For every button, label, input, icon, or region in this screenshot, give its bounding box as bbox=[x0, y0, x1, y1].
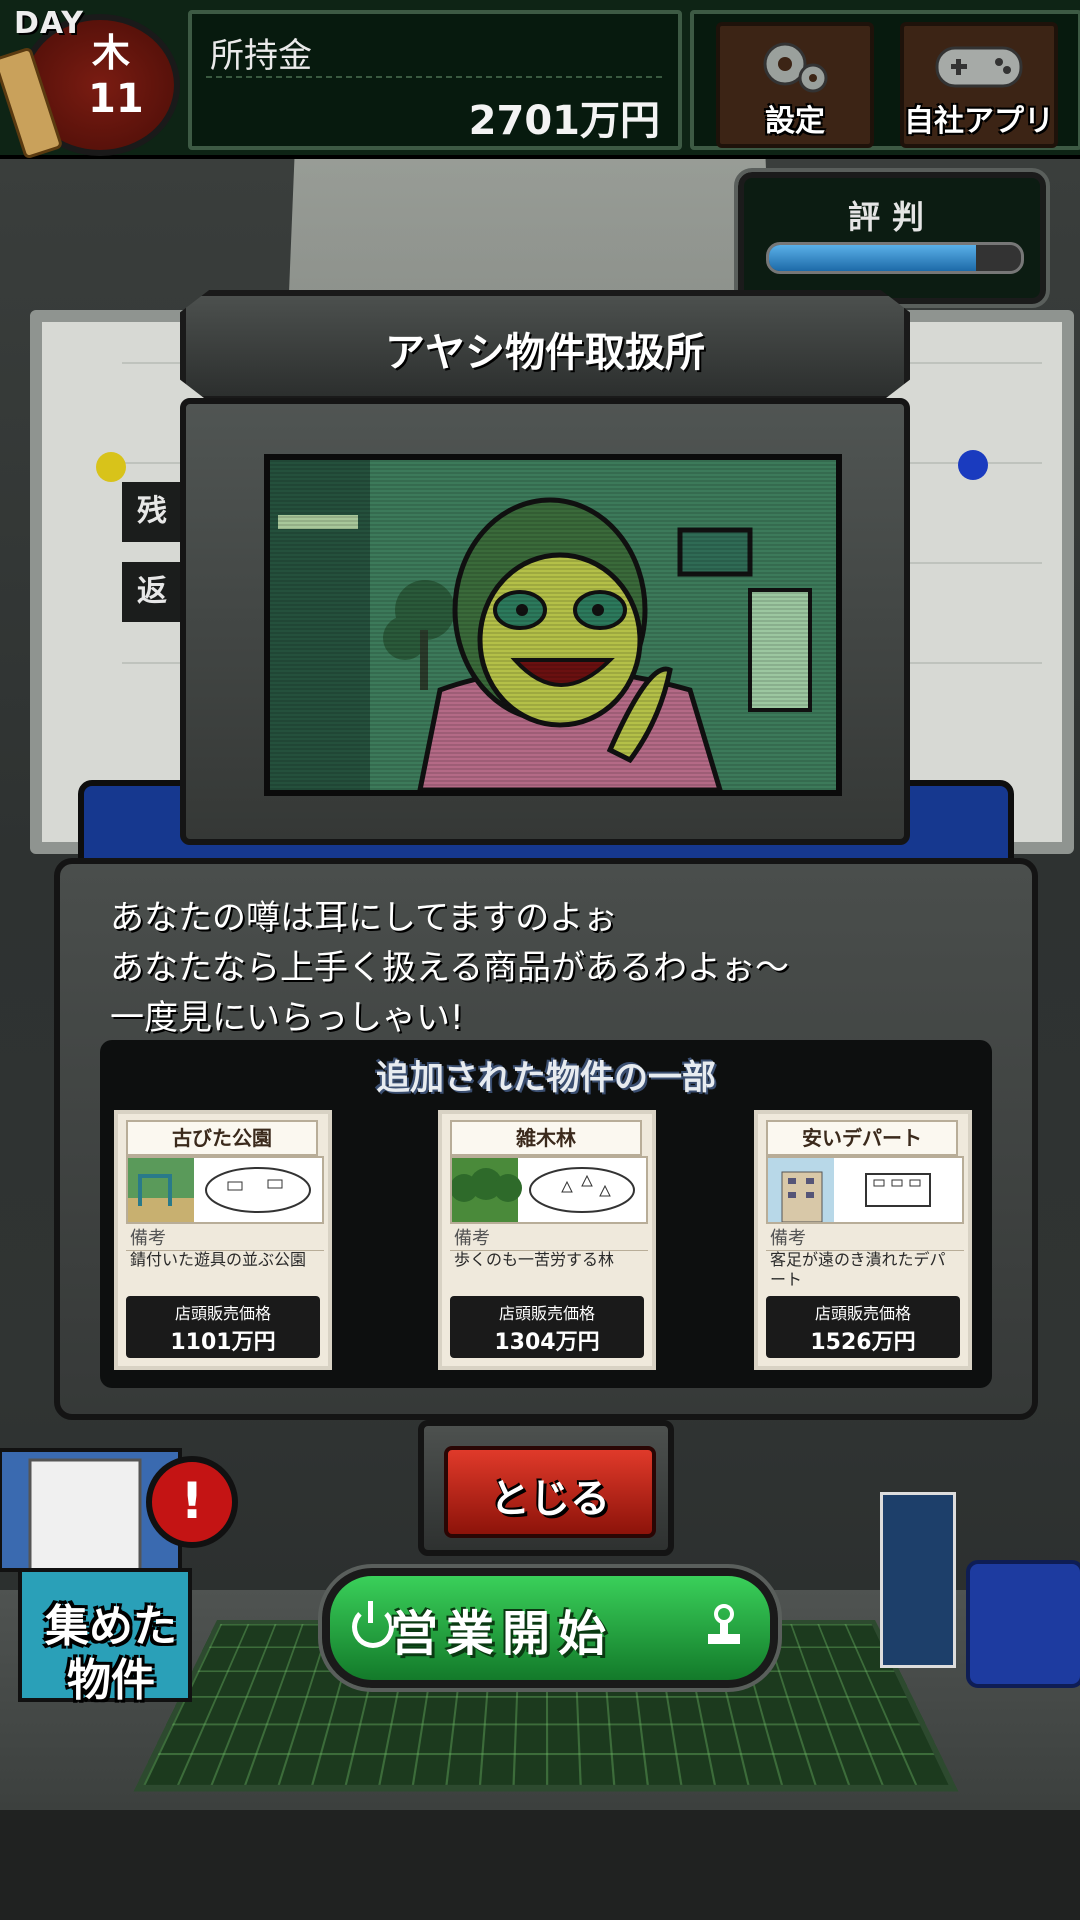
price-label: 店頭販売価格 bbox=[814, 1304, 911, 1323]
gear-icon bbox=[763, 42, 828, 93]
price-label: 店頭販売価格 bbox=[174, 1304, 271, 1323]
property-note: 歩くのも一苦労する林 bbox=[454, 1250, 615, 1269]
property-price: 1304万円 bbox=[494, 1330, 600, 1355]
start-business-label: 営業開始 bbox=[390, 1606, 615, 1662]
park-icon bbox=[128, 1158, 311, 1222]
company-app-button[interactable]: 自社アプリ bbox=[900, 22, 1058, 148]
message-line: あなたの噂は耳にしてますのよぉ bbox=[110, 898, 618, 938]
collected-label: 物件 bbox=[67, 1655, 155, 1706]
divider bbox=[206, 76, 662, 78]
power-icon bbox=[352, 1601, 394, 1648]
day-number: 11 bbox=[88, 76, 144, 122]
message-line: あなたなら上手く扱える商品があるわよぉ～ bbox=[110, 948, 789, 988]
shopkeeper-portrait bbox=[270, 460, 836, 790]
dialog-title-plate: アヤシ物件取扱所 bbox=[180, 290, 910, 402]
note-label: 備考 bbox=[450, 1224, 648, 1251]
settings-label: 設定 bbox=[765, 104, 825, 139]
money-value: 2701万円 bbox=[468, 98, 660, 144]
collected-label: 集めた bbox=[45, 1601, 177, 1652]
reputation-fill bbox=[769, 245, 976, 271]
settings-button[interactable]: 設定 bbox=[716, 22, 874, 148]
close-button[interactable]: とじる bbox=[444, 1446, 656, 1538]
message-line: 一度見にいらっしゃい! bbox=[110, 998, 464, 1038]
property-list: 追加された物件の一部 古びた公園 備考 錆付いた遊具の並ぶ公園 店頭販売価格 1… bbox=[100, 1040, 992, 1388]
banner-flag bbox=[880, 1492, 956, 1668]
day-label: DAY bbox=[14, 6, 84, 41]
floor bbox=[0, 1810, 1080, 1920]
menu-panel: 設定 自社アプリ bbox=[690, 10, 1080, 150]
property-card[interactable]: 雑木林 備考 歩くのも一苦労する林 店頭販売価格 1304万円 bbox=[438, 1110, 656, 1370]
property-price: 1101万円 bbox=[170, 1330, 276, 1355]
property-name: 雑木林 bbox=[450, 1120, 642, 1156]
stamp-icon bbox=[708, 1604, 740, 1644]
property-name: 古びた公園 bbox=[126, 1120, 318, 1156]
department-store-icon bbox=[768, 1158, 931, 1223]
property-price: 1526万円 bbox=[810, 1330, 916, 1355]
blue-pin bbox=[958, 450, 988, 480]
message-panel: あなたの噂は耳にしてますのよぉ あなたなら上手く扱える商品があるわよぉ～ 一度見… bbox=[54, 858, 1038, 1420]
property-image bbox=[126, 1156, 324, 1224]
property-note: 客足が遠のき潰れたデパート bbox=[770, 1250, 946, 1289]
property-card[interactable]: 安いデパート 備考 客足が遠のき潰れたデパート 店頭販売価格 1526万円 bbox=[754, 1110, 972, 1370]
price-box: 店頭販売価格 1101万円 bbox=[126, 1296, 320, 1358]
close-button-frame: とじる bbox=[418, 1420, 674, 1556]
price-box: 店頭販売価格 1526万円 bbox=[766, 1296, 960, 1358]
board-tag: 返 bbox=[122, 562, 182, 622]
tape-dispenser bbox=[966, 1560, 1080, 1688]
character-monitor bbox=[180, 398, 910, 845]
price-label: 店頭販売価格 bbox=[498, 1304, 595, 1323]
money-panel: 所持金 2701万円 bbox=[188, 10, 682, 150]
reputation-panel: 評判 bbox=[734, 168, 1050, 308]
close-label: とじる bbox=[490, 1476, 610, 1522]
reputation-label: 評判 bbox=[847, 198, 936, 236]
weekday: 木 bbox=[92, 31, 131, 75]
forest-icon bbox=[450, 1158, 635, 1222]
company-app-label: 自社アプリ bbox=[904, 104, 1054, 139]
property-note: 錆付いた遊具の並ぶ公園 bbox=[130, 1250, 307, 1269]
reputation-bar bbox=[766, 242, 1024, 274]
gamepad-icon bbox=[935, 46, 1023, 88]
property-image bbox=[766, 1156, 964, 1224]
note-label: 備考 bbox=[126, 1224, 324, 1251]
yellow-pin bbox=[96, 452, 126, 482]
start-business-button[interactable]: 営業開始 bbox=[318, 1564, 782, 1692]
alert-icon: ! bbox=[146, 1456, 238, 1548]
property-name: 安いデパート bbox=[766, 1120, 958, 1156]
property-card[interactable]: 古びた公園 備考 錆付いた遊具の並ぶ公園 店頭販売価格 1101万円 bbox=[114, 1110, 332, 1370]
dialog-title: アヤシ物件取扱所 bbox=[385, 330, 705, 376]
top-bar: DAY 木 11 所持金 2701万円 設定 自社アプリ bbox=[0, 0, 1080, 160]
price-box: 店頭販売価格 1304万円 bbox=[450, 1296, 644, 1358]
board-tag: 残 bbox=[122, 482, 182, 542]
character-portrait bbox=[264, 454, 842, 796]
property-list-title: 追加された物件の一部 bbox=[376, 1058, 716, 1098]
property-image bbox=[450, 1156, 648, 1224]
money-label: 所持金 bbox=[210, 36, 312, 76]
note-label: 備考 bbox=[766, 1224, 964, 1251]
